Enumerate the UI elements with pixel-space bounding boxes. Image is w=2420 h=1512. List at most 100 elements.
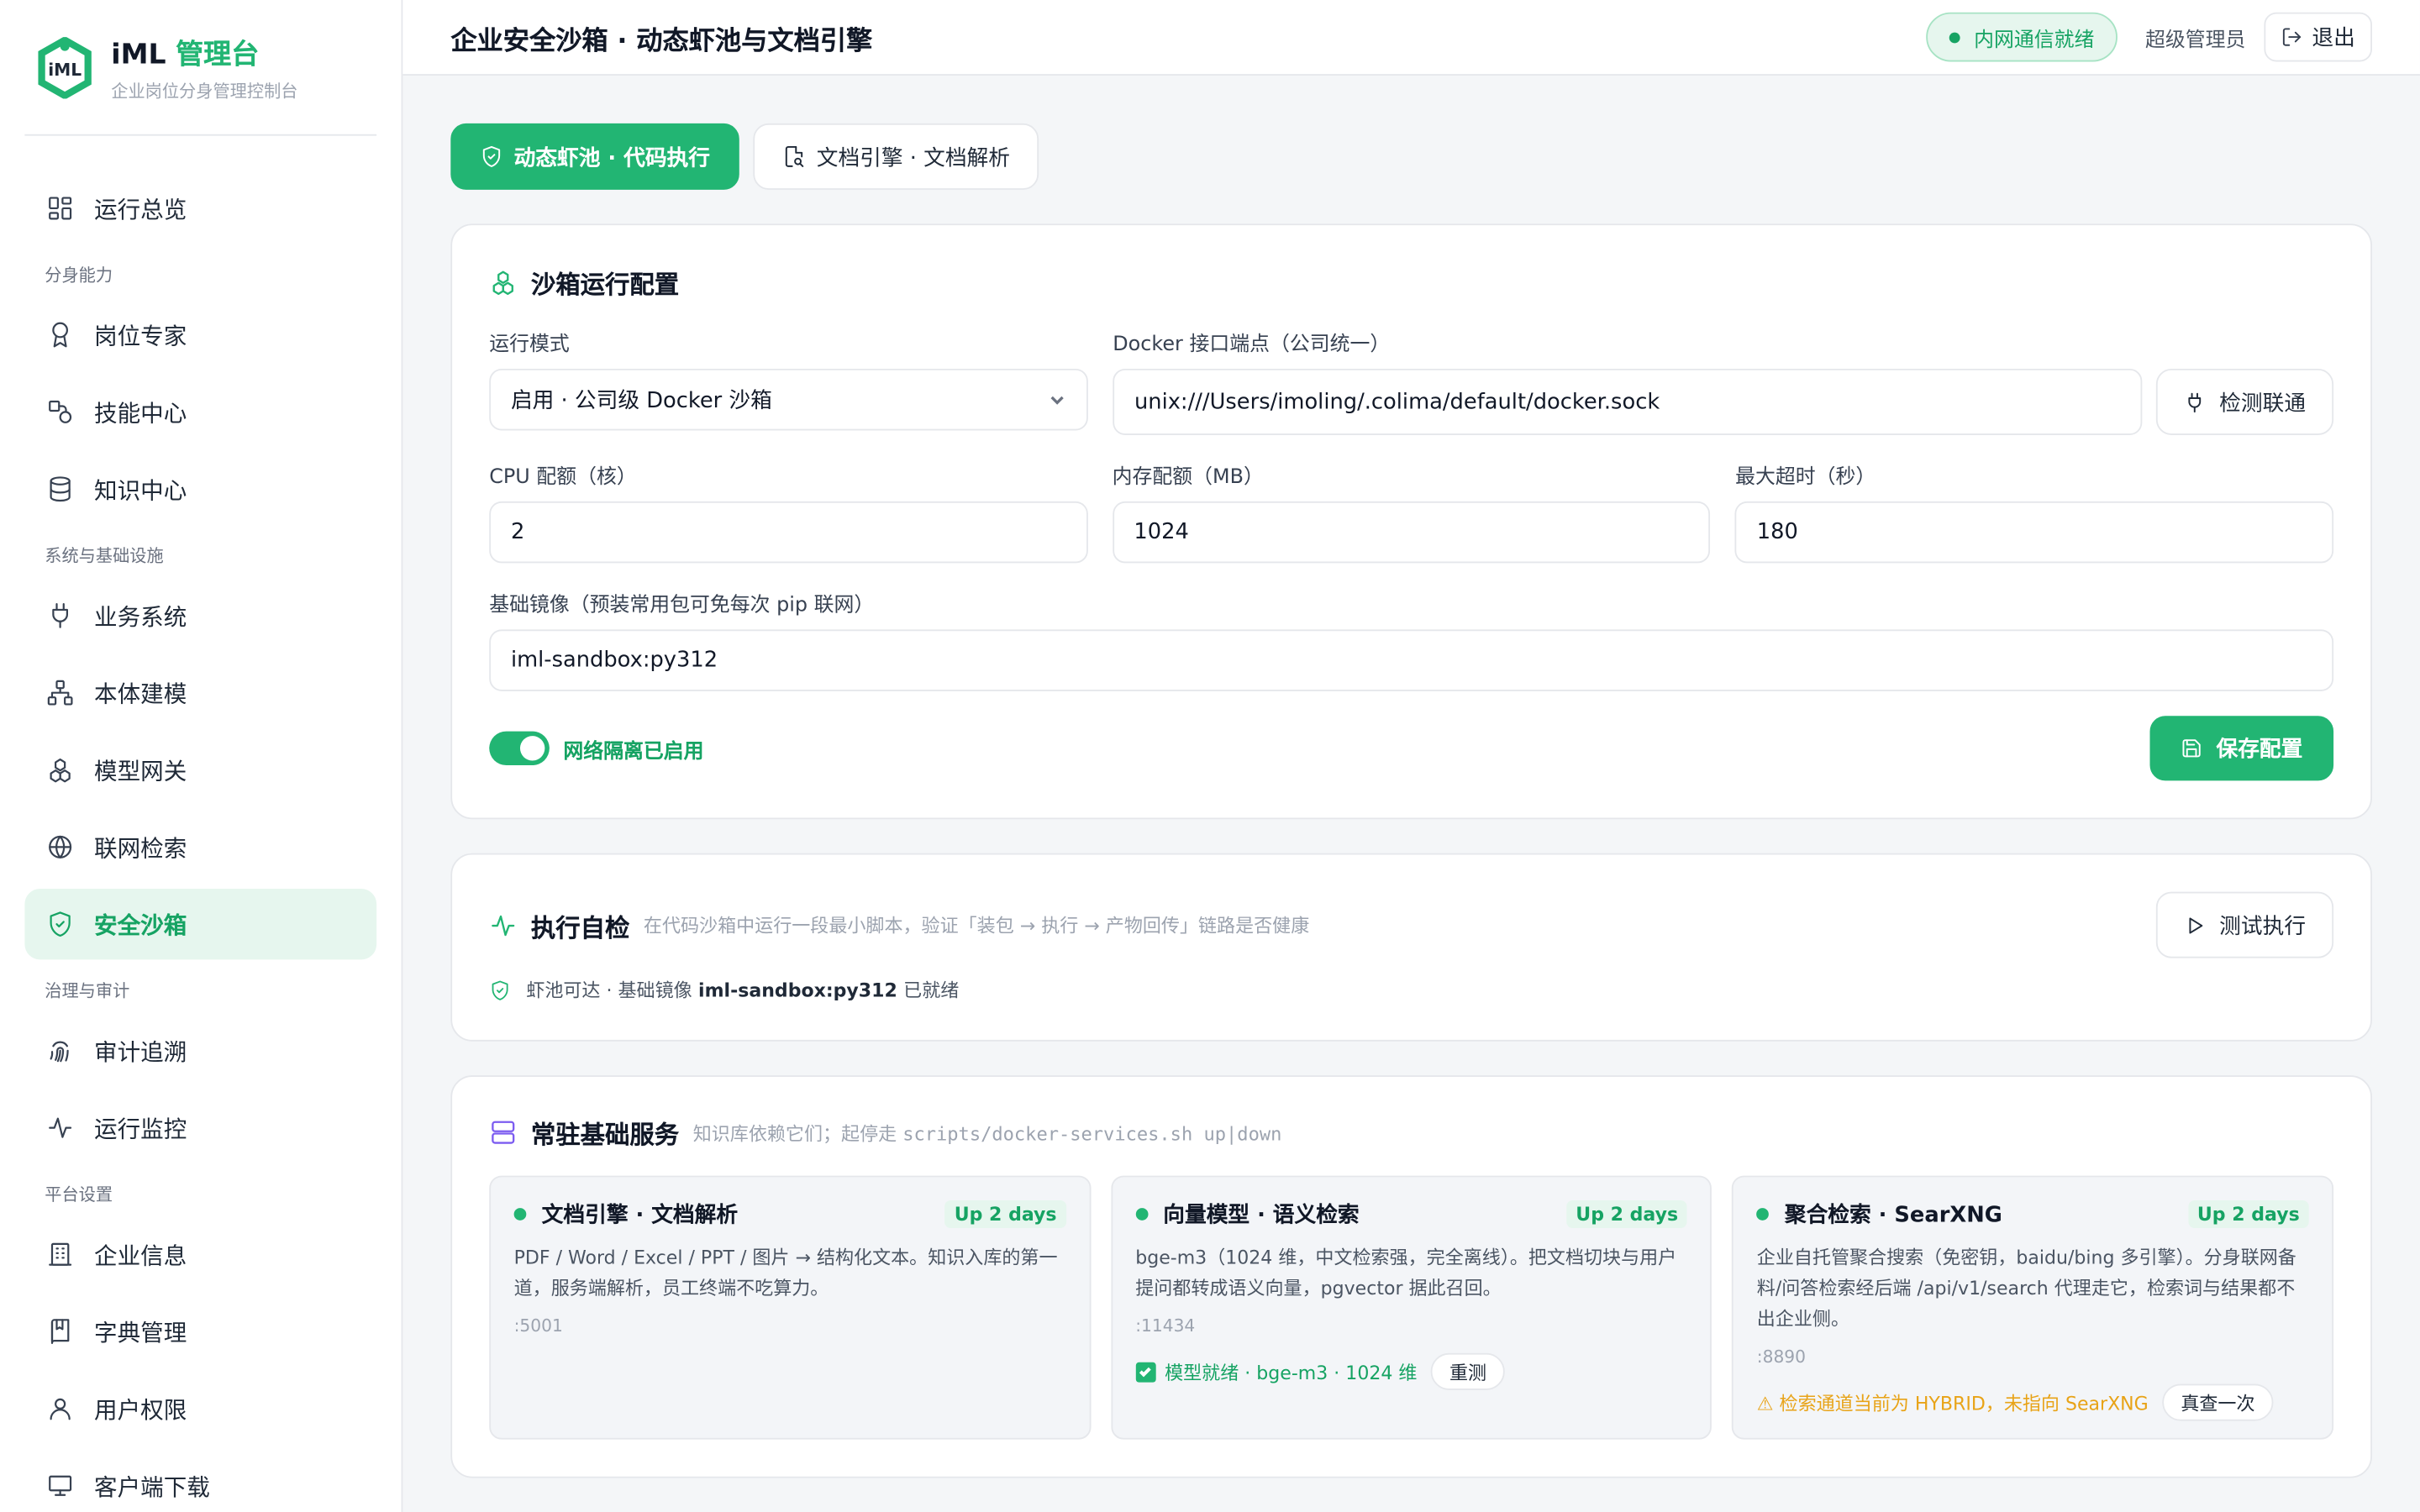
sidebar-item-label: 用户权限 — [94, 1395, 187, 1424]
sidebar-item-label: 知识中心 — [94, 475, 187, 504]
sidebar-item-sandbox[interactable]: 安全沙箱 — [24, 888, 377, 960]
hint-command: scripts/docker-services.sh up|down — [902, 1122, 1282, 1144]
brand-subtitle: 企业岗位分身管理控制台 — [111, 81, 298, 102]
tab-label: 动态虾池 · 代码执行 — [513, 145, 711, 171]
nav-group-avatar: 分身能力 — [45, 265, 113, 286]
endpoint-input[interactable]: unix:///Users/imoling/.colima/default/do… — [1113, 368, 2143, 435]
status-dot-icon — [1949, 31, 1960, 43]
service-port: :8890 — [1756, 1347, 1807, 1368]
main-area: 企业安全沙箱 · 动态虾池与文档引擎 内网通信就绪 超级管理员 退出 动态虾池 … — [402, 0, 2420, 1512]
endpoint-label: Docker 接口端点（公司统一） — [1113, 333, 1391, 357]
topbar: 企业安全沙箱 · 动态虾池与文档引擎 内网通信就绪 超级管理员 退出 — [402, 0, 2420, 76]
cpu-label: CPU 配额（核） — [489, 465, 637, 490]
sidebar-item-monitor[interactable]: 运行监控 — [24, 1092, 376, 1163]
tab-doc-engine[interactable]: 文档引擎 · 文档解析 — [753, 123, 1039, 190]
card-hint: 在代码沙箱中运行一段最小脚本，验证「装包 → 执行 → 产物回传」链路是否健康 — [643, 915, 1310, 937]
sidebar-item-business[interactable]: 业务系统 — [24, 580, 376, 651]
model-ready-status: 模型就绪 · bge-m3 · 1024 维 — [1135, 1358, 1417, 1384]
check-connection-button[interactable]: 检测联通 — [2155, 368, 2334, 435]
sidebar-item-search[interactable]: 联网检索 — [24, 811, 376, 882]
sidebar-item-skills[interactable]: 技能中心 — [24, 376, 376, 447]
status-dot-icon — [1135, 1208, 1148, 1221]
service-description: PDF / Word / Excel / PPT / 图片 → 结构化文本。知识… — [513, 1247, 1058, 1299]
sidebar-item-label: 本体建模 — [94, 680, 187, 708]
isolation-toggle[interactable] — [489, 731, 550, 766]
card-title: 执行自检 在代码沙箱中运行一段最小脚本，验证「装包 → 执行 → 产物回传」链路… — [489, 906, 1309, 943]
self-check-card: 执行自检 在代码沙箱中运行一段最小脚本，验证「装包 → 执行 → 产物回传」链路… — [450, 853, 2373, 1042]
sidebar-item-label: 运行总览 — [94, 195, 187, 223]
card-title-text: 执行自检 — [530, 912, 630, 942]
tab-sandbox-pool[interactable]: 动态虾池 · 代码执行 — [450, 123, 739, 190]
button-label: 检测联通 — [2219, 391, 2307, 416]
sidebar-item-label: 企业信息 — [94, 1241, 187, 1269]
button-label: 测试执行 — [2219, 914, 2307, 939]
plug-icon — [52, 602, 68, 628]
sidebar-item-overview[interactable]: 运行总览 — [24, 173, 376, 244]
nav-group-governance: 治理与审计 — [45, 981, 130, 1002]
status-text: 模型就绪 · bge-m3 · 1024 维 — [1165, 1361, 1418, 1383]
services-card: 常驻基础服务 知识库依赖它们；起停走 scripts/docker-servic… — [450, 1075, 2373, 1478]
shapes-icon — [49, 400, 72, 423]
mode-select[interactable]: 启用 · 公司级 Docker 沙箱 — [489, 368, 1088, 431]
logout-label: 退出 — [2312, 26, 2355, 51]
boxes-icon — [50, 759, 71, 783]
isolation-toggle-wrap: 网络隔离已启用 — [489, 731, 704, 766]
page-title: 企业安全沙箱 · 动态虾池与文档引擎 — [450, 25, 873, 57]
activity-icon — [492, 914, 515, 936]
service-name: 文档引擎 · 文档解析 — [541, 1203, 739, 1229]
server-icon — [492, 1121, 515, 1144]
card-title: 常驻基础服务 知识库依赖它们；起停走 scripts/docker-servic… — [489, 1114, 2333, 1151]
sidebar-item-gateway[interactable]: 模型网关 — [24, 734, 376, 805]
mode-value: 启用 · 公司级 Docker 沙箱 — [510, 388, 772, 414]
endpoint-value: unix:///Users/imoling/.colima/default/do… — [1134, 389, 1660, 415]
image-value: iml-sandbox:py312 — [510, 648, 718, 673]
search-warning: ⚠ 检索通道当前为 HYBRID，未指向 SearXNG — [1756, 1392, 2149, 1415]
services-grid: 文档引擎 · 文档解析 Up 2 days PDF / Word / Excel… — [489, 1175, 2334, 1440]
service-description: bge-m3（1024 维，中文检索强，完全离线）。把文档切块与用户提问都转成语… — [1135, 1247, 1677, 1299]
sidebar-item-label: 联网检索 — [94, 833, 187, 862]
service-name: 向量模型 · 语义检索 — [1163, 1203, 1360, 1229]
timeout-input[interactable]: 180 — [1735, 501, 2334, 564]
button-label: 保存配置 — [2216, 737, 2303, 763]
sidebar-item-expert[interactable]: 岗位专家 — [24, 299, 376, 370]
sidebar-item-ontology[interactable]: 本体建模 — [24, 657, 376, 727]
sidebar-item-company[interactable]: 企业信息 — [24, 1219, 376, 1289]
memory-label: 内存配额（MB） — [1112, 465, 1264, 490]
brand: iML iML 管理台 企业岗位分身管理控制台 — [24, 0, 377, 136]
uptime-badge: Up 2 days — [1566, 1200, 1688, 1229]
sandbox-config-card: 沙箱运行配置 运行模式 启用 · 公司级 Docker 沙箱 Docker 接口… — [450, 223, 2373, 820]
test-run-button[interactable]: 测试执行 — [2155, 891, 2334, 958]
uptime-badge: Up 2 days — [944, 1200, 1066, 1229]
sidebar-item-users[interactable]: 用户权限 — [24, 1373, 376, 1444]
sidebar-item-knowledge[interactable]: 知识中心 — [24, 454, 376, 524]
memory-input[interactable]: 1024 — [1112, 501, 1711, 564]
activity-icon — [49, 1117, 72, 1138]
sidebar-item-label: 模型网关 — [94, 756, 187, 785]
nav-group-infra: 系统与基础设施 — [45, 546, 164, 567]
sidebar-item-label: 客户端下载 — [94, 1473, 210, 1501]
image-input[interactable]: iml-sandbox:py312 — [489, 629, 2334, 691]
cpu-input[interactable]: 2 — [489, 501, 1088, 564]
card-title: 沙箱运行配置 — [489, 264, 2333, 301]
mode-label: 运行模式 — [489, 333, 570, 357]
sidebar-item-label: 岗位专家 — [94, 321, 187, 350]
user-icon — [50, 1398, 71, 1420]
sidebar-item-dict[interactable]: 字典管理 — [24, 1296, 376, 1367]
sidebar-item-download[interactable]: 客户端下载 — [24, 1450, 376, 1511]
shield-check-icon — [482, 145, 501, 167]
sidebar-item-audit[interactable]: 审计追溯 — [24, 1016, 376, 1086]
image-label: 基础镜像（预装常用包可免每次 pip 联网） — [489, 594, 875, 617]
monitor-icon — [49, 1475, 72, 1496]
save-config-button[interactable]: 保存配置 — [2149, 716, 2334, 781]
retest-button[interactable]: 重测 — [1430, 1352, 1506, 1390]
status-suffix: 已就绪 — [903, 979, 960, 1002]
service-card-searxng: 聚合检索 · SearXNG Up 2 days 企业自托管聚合搜索（免密钥，b… — [1732, 1175, 2334, 1440]
service-port: :11434 — [1135, 1315, 1196, 1336]
network-icon — [47, 680, 73, 706]
query-once-button[interactable]: 真查一次 — [2162, 1383, 2274, 1421]
sidebar-item-label: 技能中心 — [94, 398, 187, 427]
check-box-icon — [1135, 1361, 1156, 1382]
boxes-icon — [492, 270, 513, 296]
uptime-badge: Up 2 days — [2187, 1200, 2309, 1229]
logout-button[interactable]: 退出 — [2264, 12, 2373, 62]
